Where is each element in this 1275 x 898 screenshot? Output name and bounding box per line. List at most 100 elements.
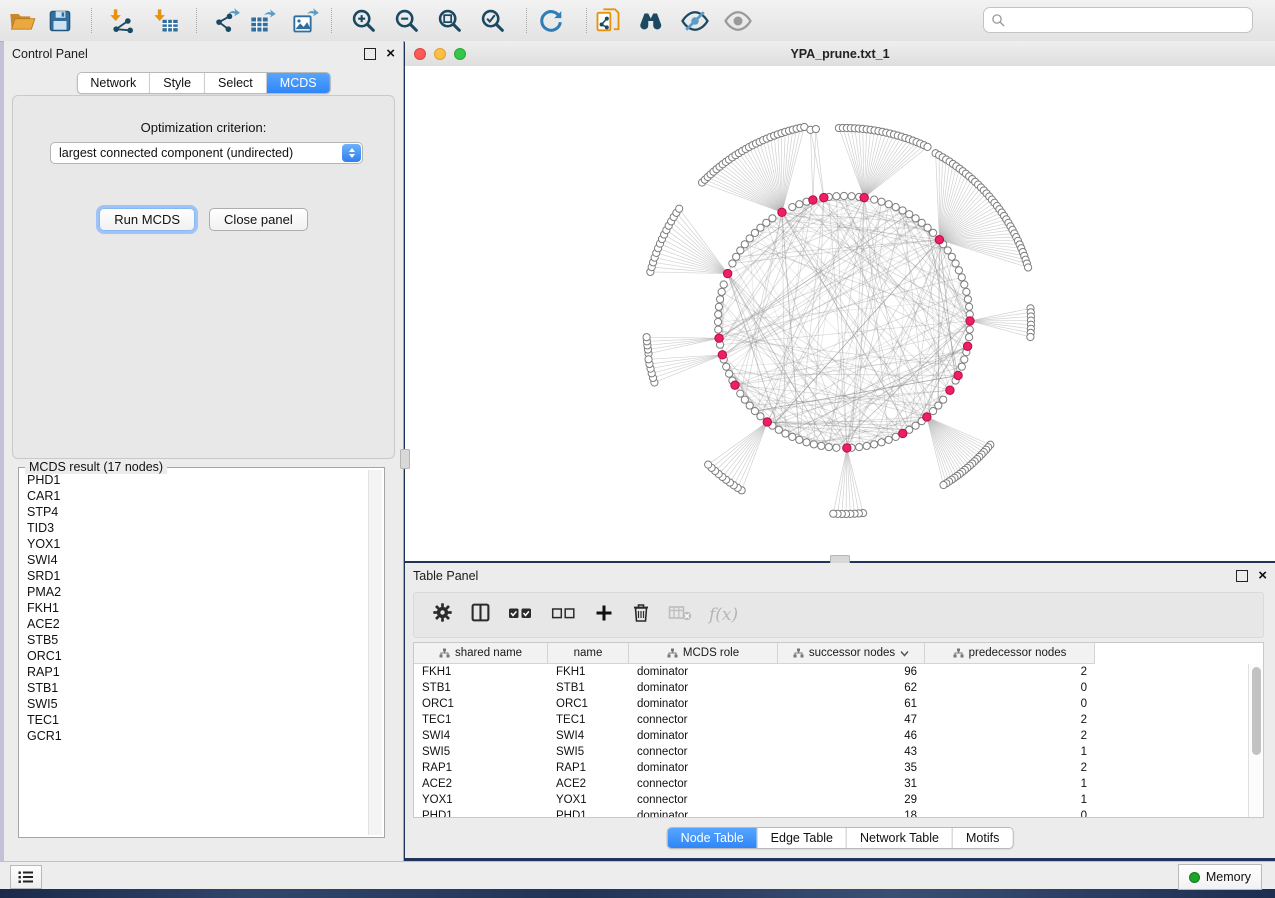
tab-motifs[interactable]: Motifs xyxy=(952,828,1012,848)
table-row[interactable]: ACE2ACE2connector311 xyxy=(414,776,1249,792)
graph-node[interactable] xyxy=(848,193,855,200)
graph-node[interactable] xyxy=(763,219,770,226)
mcds-result-item[interactable]: TID3 xyxy=(27,520,367,536)
graph-hub-node[interactable] xyxy=(723,269,731,277)
graph-node[interactable] xyxy=(1027,333,1034,340)
table-row[interactable]: SWI5SWI5connector431 xyxy=(414,744,1249,760)
graph-hub-node[interactable] xyxy=(778,208,786,216)
refresh-layout-icon[interactable] xyxy=(535,5,567,37)
table-row[interactable]: YOX1YOX1connector291 xyxy=(414,792,1249,808)
graph-node[interactable] xyxy=(705,461,712,468)
show-panels-menu-button[interactable] xyxy=(10,865,42,889)
zoom-selected-icon[interactable] xyxy=(477,5,509,37)
graph-node[interactable] xyxy=(733,253,740,260)
graph-node[interactable] xyxy=(929,407,936,414)
export-network-icon[interactable] xyxy=(210,5,242,37)
graph-hub-node[interactable] xyxy=(954,371,962,379)
table-row[interactable]: PHD1PHD1dominator180 xyxy=(414,808,1249,817)
open-file-icon[interactable] xyxy=(6,5,38,37)
graph-node[interactable] xyxy=(924,143,931,150)
mcds-result-item[interactable]: STP4 xyxy=(27,504,367,520)
graph-node[interactable] xyxy=(952,260,959,267)
table-row[interactable]: RAP1RAP1dominator352 xyxy=(414,760,1249,776)
run-mcds-button[interactable]: Run MCDS xyxy=(99,208,195,231)
graph-node[interactable] xyxy=(965,303,972,310)
mcds-result-item[interactable]: GCR1 xyxy=(27,728,367,744)
network-search-box[interactable] xyxy=(983,7,1253,33)
mcds-result-item[interactable]: YOX1 xyxy=(27,536,367,552)
graph-node[interactable] xyxy=(871,196,878,203)
graph-node[interactable] xyxy=(963,288,970,295)
graph-node[interactable] xyxy=(818,442,825,449)
graph-node[interactable] xyxy=(948,253,955,260)
column-header-successor-nodes[interactable]: successor nodes xyxy=(778,643,925,663)
close-panel-icon[interactable]: × xyxy=(386,49,395,59)
graph-node[interactable] xyxy=(929,229,936,236)
table-row[interactable]: FKH1FKH1dominator962 xyxy=(414,664,1249,680)
mcds-result-item[interactable]: SRD1 xyxy=(27,568,367,584)
graph-node[interactable] xyxy=(803,439,810,446)
table-row[interactable]: ORC1ORC1dominator610 xyxy=(414,696,1249,712)
graph-node[interactable] xyxy=(812,125,819,132)
graph-node[interactable] xyxy=(912,215,919,222)
tab-edge-table[interactable]: Edge Table xyxy=(757,828,846,848)
graph-node[interactable] xyxy=(871,441,878,448)
zoom-out-icon[interactable] xyxy=(391,5,423,37)
graph-node[interactable] xyxy=(965,334,972,341)
optimization-criterion-select[interactable]: largest connected component (undirected) xyxy=(50,142,363,164)
search-network-icon[interactable] xyxy=(636,5,668,37)
mcds-result-item[interactable]: FKH1 xyxy=(27,600,367,616)
graph-node[interactable] xyxy=(715,303,722,310)
mcds-result-item[interactable]: ACE2 xyxy=(27,616,367,632)
add-column-icon[interactable] xyxy=(594,603,614,628)
graph-node[interactable] xyxy=(892,204,899,211)
scrollbar-thumb[interactable] xyxy=(1252,667,1261,755)
graph-node[interactable] xyxy=(885,436,892,443)
column-header-MCDS-role[interactable]: MCDS role xyxy=(629,643,778,663)
graph-hub-node[interactable] xyxy=(899,429,907,437)
graph-node[interactable] xyxy=(718,288,725,295)
graph-node[interactable] xyxy=(810,441,817,448)
mcds-result-item[interactable]: PHD1 xyxy=(27,472,367,488)
graph-node[interactable] xyxy=(964,296,971,303)
table-row[interactable]: TEC1TEC1connector472 xyxy=(414,712,1249,728)
import-table-icon[interactable] xyxy=(150,5,182,37)
mcds-result-item[interactable]: ORC1 xyxy=(27,648,367,664)
graph-hub-node[interactable] xyxy=(923,413,931,421)
graph-node[interactable] xyxy=(906,211,913,218)
graph-node[interactable] xyxy=(723,363,730,370)
graph-node[interactable] xyxy=(775,426,782,433)
graph-node[interactable] xyxy=(825,443,832,450)
mcds-result-item[interactable]: TEC1 xyxy=(27,712,367,728)
graph-hub-node[interactable] xyxy=(731,381,739,389)
mcds-result-item[interactable]: SWI4 xyxy=(27,552,367,568)
mcds-result-item[interactable]: STB5 xyxy=(27,632,367,648)
save-session-icon[interactable] xyxy=(44,5,76,37)
zoom-fit-icon[interactable] xyxy=(434,5,466,37)
graph-node[interactable] xyxy=(676,205,683,212)
hide-selected-icon[interactable] xyxy=(679,5,711,37)
graph-hub-node[interactable] xyxy=(966,317,974,325)
graph-node[interactable] xyxy=(899,207,906,214)
graph-node[interactable] xyxy=(714,318,721,325)
graph-node[interactable] xyxy=(782,430,789,437)
new-network-from-selection-icon[interactable] xyxy=(592,5,624,37)
column-header-predecessor-nodes[interactable]: predecessor nodes xyxy=(925,643,1095,663)
graph-node[interactable] xyxy=(789,204,796,211)
mcds-result-item[interactable]: STB1 xyxy=(27,680,367,696)
tab-select[interactable]: Select xyxy=(204,73,266,93)
mcds-result-item[interactable]: SWI5 xyxy=(27,696,367,712)
graph-node[interactable] xyxy=(955,267,962,274)
graph-node[interactable] xyxy=(643,334,650,341)
settings-gear-icon[interactable] xyxy=(432,602,453,628)
graph-node[interactable] xyxy=(958,363,965,370)
graph-node[interactable] xyxy=(796,436,803,443)
graph-node[interactable] xyxy=(737,247,744,254)
graph-node[interactable] xyxy=(958,274,965,281)
table-row[interactable]: SWI4SWI4dominator462 xyxy=(414,728,1249,744)
tab-node-table[interactable]: Node Table xyxy=(668,828,757,848)
graph-node[interactable] xyxy=(715,326,722,333)
graph-hub-node[interactable] xyxy=(946,386,954,394)
search-input[interactable] xyxy=(1006,12,1252,28)
table-scrollbar[interactable] xyxy=(1248,664,1263,817)
